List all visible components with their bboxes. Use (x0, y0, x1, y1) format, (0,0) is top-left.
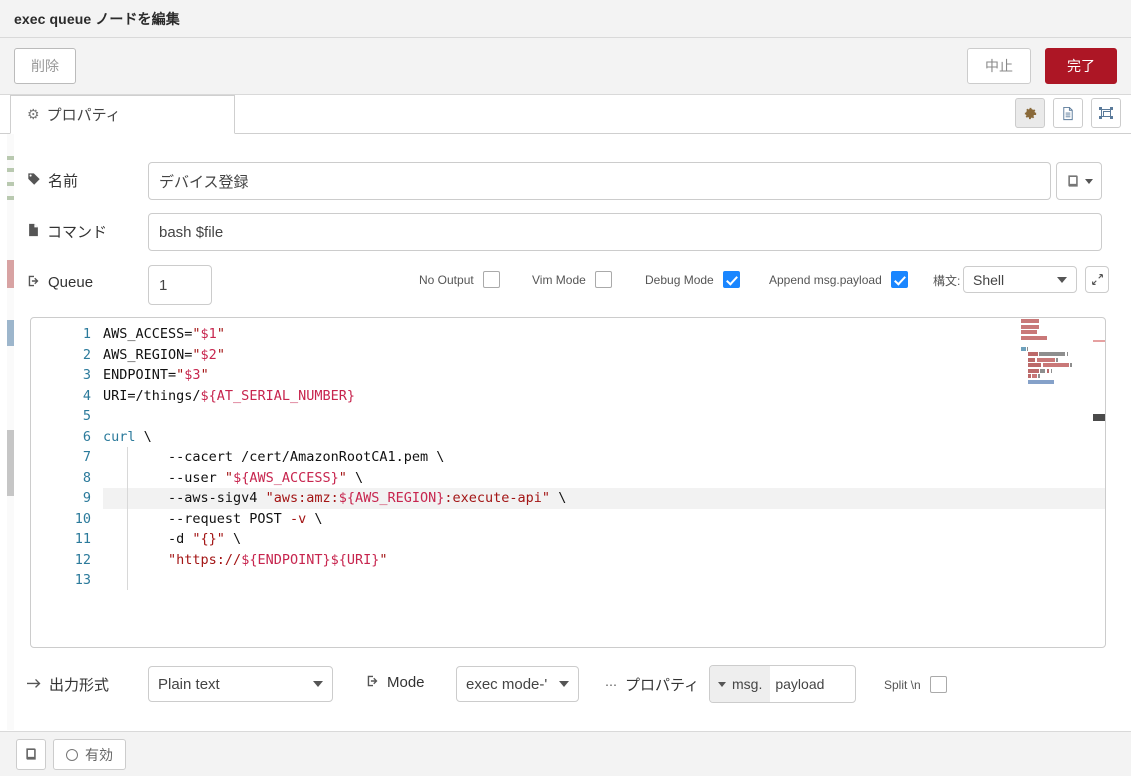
editor-scroll-thumb[interactable] (1093, 414, 1105, 421)
chevron-down-icon (559, 681, 569, 687)
split-checkbox-group: Split \n (884, 676, 947, 693)
scrollbar-thumb[interactable] (7, 430, 14, 496)
checkbox-vim-mode[interactable] (594, 271, 612, 288)
gear-icon: ⚙ (27, 106, 40, 122)
expand-icon (1091, 274, 1103, 285)
done-button[interactable]: 完了 (1045, 48, 1117, 84)
output-format-label-row: 出力形式 (27, 674, 109, 695)
arrow-right-icon (27, 677, 42, 693)
gear-icon (1024, 107, 1036, 119)
chevron-down-icon (1057, 276, 1067, 283)
book-icon (1067, 174, 1078, 187)
command-label-row: コマンド (27, 221, 107, 242)
checkbox-append-payload-group: Append msg.payload (769, 271, 908, 288)
dialog-toolbar: 削除 中止 完了 (0, 38, 1131, 95)
checkbox-vim-mode-group: Vim Mode (532, 271, 612, 288)
tab-properties[interactable]: ⚙ プロパティ (10, 95, 235, 134)
expand-editor-button[interactable] (1085, 266, 1109, 293)
command-label: コマンド (47, 224, 108, 241)
command-input[interactable] (148, 213, 1102, 251)
mode-label-row: Mode (366, 674, 425, 691)
arrow-out-icon (27, 274, 41, 291)
queue-label-row: Queue (27, 274, 93, 291)
output-format-select[interactable]: Plain text (148, 666, 333, 702)
output-format-label: 出力形式 (49, 677, 110, 694)
checkbox-debug-mode-group: Debug Mode (645, 271, 740, 288)
mode-value: exec mode-' (466, 675, 548, 693)
tab-icon-properties[interactable] (1015, 98, 1045, 128)
document-icon (1063, 106, 1073, 120)
appearance-icon (1099, 107, 1113, 119)
tab-properties-label: プロパティ (46, 107, 121, 124)
file-icon (27, 223, 40, 240)
checkbox-debug-mode-label: Debug Mode (645, 272, 714, 287)
delete-button[interactable]: 削除 (14, 48, 76, 84)
edit-node-dialog: exec queue ノードを編集 削除 中止 完了 ⚙ プロパティ 名前 デバ… (0, 0, 1131, 776)
editor-scrollbar[interactable] (1093, 318, 1105, 647)
queue-label: Queue (48, 274, 94, 291)
name-label: 名前 (48, 173, 79, 190)
mode-select[interactable]: exec mode-' (456, 666, 579, 702)
tab-icon-description[interactable] (1053, 98, 1083, 128)
syntax-label: 構文: (933, 274, 961, 288)
book-icon (25, 748, 36, 760)
checkbox-append-payload-label: Append msg.payload (769, 272, 882, 287)
checkbox-no-output-group: No Output (419, 271, 500, 288)
checkbox-split[interactable] (929, 676, 947, 693)
cancel-button[interactable]: 中止 (967, 48, 1031, 84)
dialog-title: exec queue ノードを編集 (14, 10, 180, 27)
dialog-scrollbar[interactable] (7, 134, 14, 730)
split-label: Split \n (884, 677, 921, 692)
property-type-selector[interactable]: msg. (710, 666, 771, 702)
property-label-row: ⋯ プロパティ (605, 674, 699, 695)
tab-icon-buttons (1015, 98, 1121, 128)
dialog-footer: 有効 (0, 731, 1131, 776)
code-editor[interactable]: 1 2 3 4 5 6 7 8 9 10 11 12 13 AWS_ACCESS="$1" AWS_REG… (30, 317, 1106, 648)
enable-label: 有効 (85, 746, 113, 763)
editor-scroll-marker (1093, 340, 1105, 342)
property-value[interactable]: payload (770, 666, 855, 702)
checkbox-debug-mode[interactable] (722, 271, 740, 288)
dialog-titlebar: exec queue ノードを編集 (0, 0, 1131, 38)
info-button[interactable] (16, 739, 46, 770)
editor-code[interactable]: AWS_ACCESS="$1" AWS_REGION="$2" ENDPOINT="… (103, 324, 1105, 591)
name-input[interactable] (148, 162, 1051, 200)
editor-minimap[interactable] (1021, 319, 1083, 429)
tag-icon (27, 172, 41, 189)
caret-down-icon (718, 681, 726, 687)
chevron-down-icon (313, 681, 323, 687)
arrow-out-icon (366, 674, 380, 691)
property-type-label: msg. (732, 676, 763, 692)
circle-icon (66, 748, 78, 761)
syntax-select[interactable]: Shell (963, 266, 1077, 293)
tab-icon-appearance[interactable] (1091, 98, 1121, 128)
ellipsis-icon: ⋯ (605, 677, 618, 692)
queue-input[interactable] (148, 265, 212, 305)
syntax-select-value: Shell (973, 271, 1005, 288)
name-label-row: 名前 (27, 170, 78, 191)
tab-strip: ⚙ プロパティ (0, 95, 1131, 134)
checkbox-append-payload[interactable] (890, 271, 908, 288)
checkbox-no-output[interactable] (482, 271, 500, 288)
name-type-button[interactable] (1056, 162, 1102, 200)
editor-gutter: 1 2 3 4 5 6 7 8 9 10 11 12 13 (74, 326, 91, 588)
enable-toggle-button[interactable]: 有効 (53, 739, 126, 770)
checkbox-no-output-label: No Output (419, 272, 474, 287)
property-label: プロパティ (625, 677, 700, 694)
output-format-value: Plain text (158, 675, 220, 693)
indent-guide (127, 447, 128, 590)
property-typed-input[interactable]: msg. payload (709, 665, 856, 703)
checkbox-vim-mode-label: Vim Mode (532, 272, 586, 287)
chevron-down-icon (1084, 178, 1093, 184)
mode-label: Mode (387, 674, 425, 691)
